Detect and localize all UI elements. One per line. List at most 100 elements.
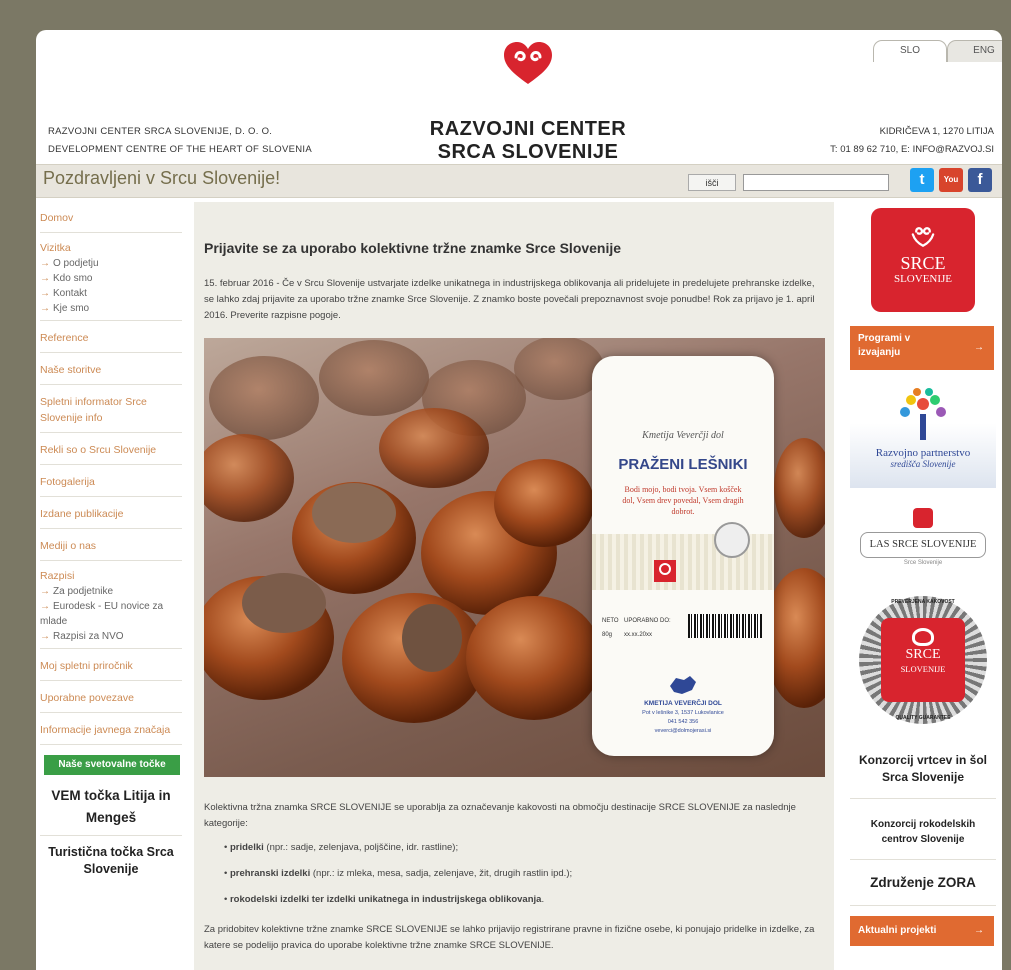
twitter-icon[interactable]: t [910, 168, 934, 192]
contact-address: KIDRIČEVA 1, 1270 LITIJA [879, 126, 994, 137]
nav-sub-label: Kontakt [53, 288, 87, 299]
slovenia-map-icon [670, 676, 696, 694]
heart-logo-icon [504, 42, 552, 84]
seal-bottom-text: QUALITY GUARANTEE [895, 715, 951, 721]
heart-logo-icon [912, 628, 934, 646]
bullet-item: • prehranski izdelki (npr.: iz mleka, me… [224, 868, 573, 879]
nav-sub-label: Za podjetnike [53, 586, 114, 597]
nav-razpisi[interactable]: Razpisi [40, 568, 182, 584]
package-footer-email: veverci@dolmojerasi.si [654, 728, 712, 734]
nav-sub-label: Razpisi za NVO [53, 631, 124, 642]
package-footer-phone: 041 542 356 [667, 719, 699, 725]
srce-slovenije-logo[interactable]: SRCE SLOVENIJE [871, 208, 975, 312]
search-button[interactable]: išči [688, 174, 736, 191]
package-slogan: Bodi mojo, bodi tvoja. Vsem košček dol, … [622, 485, 744, 516]
main-content: Prijavite se za uporabo kolektivne tržne… [194, 202, 834, 970]
article-paragraph: Za pridobitev kolektivne tržne znamke SR… [204, 924, 815, 951]
arrow-right-icon: → [40, 273, 50, 284]
bullet-text: . [541, 894, 545, 905]
package-uporabno-value: xx.xx.20xx [624, 632, 653, 638]
contact-info: KIDRIČEVA 1, 1270 LITIJA T: 01 89 62 710… [830, 123, 994, 159]
youtube-icon[interactable]: You [939, 168, 963, 192]
vem-tocka-link[interactable]: VEM točka Litija in Mengeš [40, 779, 182, 836]
bullet-text: (npr.: iz mleka, mesa, sadja, zelenjave,… [310, 868, 573, 879]
nav-sub-label: Eurodesk - EU novice za mlade [40, 601, 164, 627]
las-logo[interactable]: LAS SRCE SLOVENIJE Srce Slovenije [850, 508, 996, 576]
bullet-bold: rokodelski izdelki ter izdelki unikatneg… [229, 894, 542, 905]
article-intro: 15. februar 2016 - Če v Srcu Slovenije u… [204, 278, 815, 321]
nav-reference[interactable]: Reference [40, 328, 182, 353]
heart-logo-icon [911, 227, 935, 248]
bullet-item: • rokodelski izdelki ter izdelki unikatn… [224, 894, 545, 905]
aktualni-projekti-button[interactable]: Aktualni projekti → [850, 916, 994, 946]
bullet-bold: pridelki [229, 842, 264, 853]
search-input[interactable] [743, 174, 889, 191]
right-sidebar: SRCE SLOVENIJE Programi v izvajanju → Ra… [850, 202, 996, 946]
company-name-sl: RAZVOJNI CENTER SRCA SLOVENIJE, D. O. O. [48, 126, 273, 137]
lang-tab-eng[interactable]: ENG [947, 40, 1002, 62]
nav-vizitka[interactable]: Vizitka [40, 240, 182, 256]
site-logo[interactable]: RAZVOJNI CENTER SRCA SLOVENIJE [408, 40, 648, 170]
aktualni-label: Aktualni projekti [858, 925, 937, 936]
partnerstvo-text2: središča Slovenije [890, 459, 956, 469]
partnerstvo-logo[interactable]: Razvojno partnerstvo središča Slovenije [850, 380, 996, 488]
nav-prirocnik[interactable]: Moj spletni priročnik [40, 656, 182, 681]
nav-povezave[interactable]: Uporabne povezave [40, 688, 182, 713]
nav-rekli[interactable]: Rekli so o Srcu Slovenije [40, 440, 182, 465]
nav-sub-item[interactable]: → Eurodesk - EU novice za mlade [40, 599, 182, 629]
nav-sub-item[interactable]: → O podjetju [40, 256, 182, 271]
package-product-name: PRAŽENI LEŠNIKI [618, 456, 748, 473]
arrow-right-icon: → [40, 258, 50, 269]
nav-sub-item[interactable]: → Kje smo [40, 301, 182, 316]
zora-link[interactable]: Združenje ZORA [850, 874, 996, 906]
bullet-item: • pridelki (npr.: sadje, zelenjava, polj… [224, 842, 459, 853]
barcode-icon [688, 614, 762, 638]
facebook-icon[interactable]: f [968, 168, 992, 192]
article-title[interactable]: Prijavite se za uporabo kolektivne tržne… [204, 240, 621, 256]
arrow-right-icon: → [974, 925, 984, 936]
seal-text2: SLOVENIJE [900, 664, 946, 674]
turisticna-tocka-link[interactable]: Turistična točka Srca Slovenije [40, 836, 182, 886]
nav-fotogalerija[interactable]: Fotogalerija [40, 472, 182, 497]
quality-seal[interactable]: SRCE SLOVENIJE PREVERJENA KAKOVOST QUALI… [859, 596, 987, 724]
svetovalne-tocke-button[interactable]: Naše svetovalne točke [44, 755, 180, 775]
nav-publikacije[interactable]: Izdane publikacije [40, 504, 182, 529]
lang-tab-slo[interactable]: SLO [873, 40, 947, 62]
package-footer-name: KMETIJA VEVERČJI DOL [644, 700, 722, 707]
nav-sub-label: Kdo smo [53, 273, 93, 284]
las-sub: Srce Slovenije [903, 560, 943, 566]
page: SLO ENG RAZVOJNI CENTER SRCA SLOVENIJE, … [36, 30, 1002, 970]
company-name: RAZVOJNI CENTER SRCA SLOVENIJE, D. O. O.… [48, 123, 312, 159]
partnerstvo-text1: Razvojno partnerstvo [875, 447, 971, 459]
bullet-text: (npr.: sadje, zelenjava, poljščine, idr.… [263, 842, 459, 853]
konzorcij-rokodelskih-link[interactable]: Konzorcij rokodelskih centrov Slovenije [850, 817, 996, 860]
nav-sub-item[interactable]: → Kontakt [40, 286, 182, 301]
heart-logo-icon [913, 508, 933, 528]
package-footer-address: Pot v lešnike 3, 1537 Lukovlanice [642, 710, 724, 716]
article-paragraph: Kolektivna tržna znamka SRCE SLOVENIJE s… [204, 802, 796, 829]
greeting-bar: Pozdravljeni v Srcu Slovenije! išči t Yo… [36, 164, 1002, 198]
package-uporabno-label: UPORABNO DO: [624, 618, 671, 624]
arrow-right-icon: → [974, 342, 984, 353]
konzorcij-vrtcev-link[interactable]: Konzorcij vrtcev in šol Srca Slovenije [850, 752, 996, 799]
logo-text-line1: RAZVOJNI CENTER [429, 118, 627, 140]
package-neto-value: 80g [602, 632, 613, 638]
nav-informacije[interactable]: Informacije javnega značaja [40, 720, 182, 745]
nav-group-razpisi: Razpisi → Za podjetnike → Eurodesk - EU no… [40, 568, 182, 649]
tree-icon [900, 388, 946, 440]
nav-sub-label: Kje smo [53, 303, 90, 314]
nav-sub-item[interactable]: → Za podjetnike [40, 584, 182, 599]
las-label: LAS SRCE SLOVENIJE [860, 532, 986, 558]
hazelnut-product-photo: Kmetija Veverčji dol PRAŽENI LEŠNIKI Bod… [204, 338, 825, 777]
arrow-right-icon: → [40, 288, 50, 299]
nav-domov[interactable]: Domov [40, 208, 182, 233]
nav-sub-item[interactable]: → Razpisi za NVO [40, 629, 182, 644]
programi-button[interactable]: Programi v izvajanju → [850, 326, 994, 370]
nav-sub-item[interactable]: → Kdo smo [40, 271, 182, 286]
nav-mediji[interactable]: Mediji o nas [40, 536, 182, 561]
nav-informator[interactable]: Spletni informator Srce Slovenije info [40, 392, 182, 433]
greeting-text: Pozdravljeni v Srcu Slovenije! [43, 168, 281, 188]
nav-sub-label: O podjetju [53, 258, 99, 269]
language-switcher: SLO ENG [873, 40, 1002, 62]
nav-storitve[interactable]: Naše storitve [40, 360, 182, 385]
